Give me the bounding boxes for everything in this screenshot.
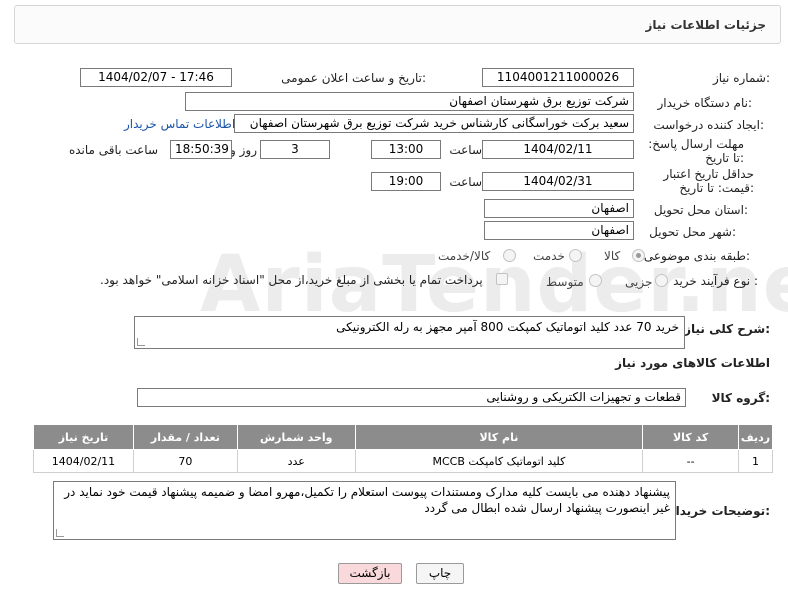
process-minor-label: جزیی: [625, 275, 653, 289]
cell-unit: عدد: [236, 449, 356, 473]
panel-title: جزئیات اطلاعات نیاز: [645, 18, 766, 32]
col-date-header: تاریخ نیاز: [33, 424, 134, 450]
col-name-header: نام کالا: [354, 424, 644, 450]
price-validity-date-field: 1404/02/31: [482, 172, 634, 191]
cell-code: --: [642, 449, 740, 473]
announce-datetime-field: 1404/02/07 - 17:46: [80, 68, 232, 87]
cell-qty: 70: [132, 449, 238, 473]
resize-grip-icon[interactable]: [137, 338, 145, 346]
process-medium-label: متوسط: [546, 275, 584, 289]
price-validity-time-field: 19:00: [371, 172, 441, 191]
announce-datetime-label: تاریخ و ساعت اعلان عمومی:: [281, 71, 426, 85]
col-code-header: کد کالا: [642, 424, 740, 450]
resize-grip-icon[interactable]: [56, 529, 64, 537]
cell-row: 1: [738, 449, 773, 473]
table-header-row: ردیف کد کالا نام کالا واحد شمارش تعداد /…: [33, 424, 773, 450]
category-label: طبقه بندی موضوعی:: [643, 249, 750, 263]
buyer-name-label: نام دستگاه خریدار:: [657, 96, 753, 110]
delivery-city-label: شهر محل تحویل:: [649, 225, 736, 239]
buyer-notes-label: توضیحات خریدار:: [668, 504, 770, 518]
need-description-text: خرید 70 عدد کلید اتوماتیک کمپکت 800 آمپر…: [336, 320, 679, 334]
request-creator-label: ایجاد کننده درخواست:: [653, 118, 764, 132]
need-number-label: شماره نیاز:: [712, 71, 770, 85]
goods-group-field: قطعات و تجهیزات الکتریکی و روشنایی: [137, 388, 686, 407]
deadline-date-field: 1404/02/11: [482, 140, 634, 159]
deadline-label: مهلت ارسال پاسخ: تا تاریخ:: [648, 137, 744, 165]
category-goods-radio[interactable]: [632, 249, 645, 262]
category-service-label: خدمت: [533, 249, 565, 263]
goods-group-label: گروه کالا:: [711, 391, 770, 405]
process-medium-radio[interactable]: [589, 274, 602, 287]
goods-table: ردیف کد کالا نام کالا واحد شمارش تعداد /…: [33, 424, 773, 473]
details-panel-header: جزئیات اطلاعات نیاز: [14, 5, 781, 44]
table-row: 1 -- کلید اتوماتیک کامپکت MCCB عدد 70 14…: [33, 449, 773, 473]
cell-name: کلید اتوماتیک کامپکت MCCB: [354, 449, 644, 473]
delivery-city-field: اصفهان: [484, 221, 634, 240]
buyer-notes-field: پیشنهاد دهنده می بایست کلیه مدارک ومستند…: [53, 481, 676, 540]
category-goods-service-radio[interactable]: [503, 249, 516, 262]
buyer-contact-link[interactable]: اطلاعات تماس خریدار: [124, 117, 235, 131]
category-goods-label: کالا: [604, 249, 621, 263]
print-button[interactable]: چاپ: [416, 563, 464, 584]
col-unit-header: واحد شمارش: [236, 424, 356, 450]
remaining-time-field: 18:50:39: [170, 140, 232, 159]
buyer-name-field: شرکت توزیع برق شهرستان اصفهان: [185, 92, 634, 111]
treasury-payment-note: پرداخت تمام یا بخشی از مبلغ خرید،از محل …: [100, 273, 483, 287]
deadline-time-field: 13:00: [371, 140, 441, 159]
delivery-province-label: استان محل تحویل:: [653, 203, 748, 217]
remaining-days-field: 3: [260, 140, 330, 159]
need-description-field: خرید 70 عدد کلید اتوماتیک کمپکت 800 آمپر…: [134, 316, 685, 349]
remaining-time-label: ساعت باقی مانده: [68, 143, 158, 157]
col-row-header: ردیف: [738, 424, 773, 450]
category-goods-service-label: کالا/خدمت: [438, 249, 491, 263]
need-number-field: 1104001211000026: [482, 68, 634, 87]
col-qty-header: تعداد / مقدار: [132, 424, 238, 450]
price-validity-label: حداقل تاریخ اعتبار قیمت: تا تاریخ:: [663, 167, 754, 195]
request-creator-field: سعید برکت خوراسگانی کارشناس خرید شرکت تو…: [234, 114, 634, 133]
delivery-province-field: اصفهان: [484, 199, 634, 218]
back-button[interactable]: بازگشت: [338, 563, 402, 584]
need-description-label: شرح کلی نیاز:: [684, 322, 770, 336]
cell-date: 1404/02/11: [33, 449, 134, 473]
price-validity-time-label: ساعت: [449, 175, 482, 189]
days-label: روز و: [230, 143, 257, 157]
deadline-time-label: ساعت: [449, 143, 482, 157]
purchase-process-label: نوع فرآیند خرید :: [673, 274, 758, 288]
buyer-notes-text: پیشنهاد دهنده می بایست کلیه مدارک ومستند…: [64, 485, 670, 515]
goods-info-title: اطلاعات کالاهای مورد نیاز: [615, 356, 770, 370]
process-minor-radio[interactable]: [655, 274, 668, 287]
category-service-radio[interactable]: [569, 249, 582, 262]
treasury-payment-checkbox[interactable]: [496, 273, 508, 285]
